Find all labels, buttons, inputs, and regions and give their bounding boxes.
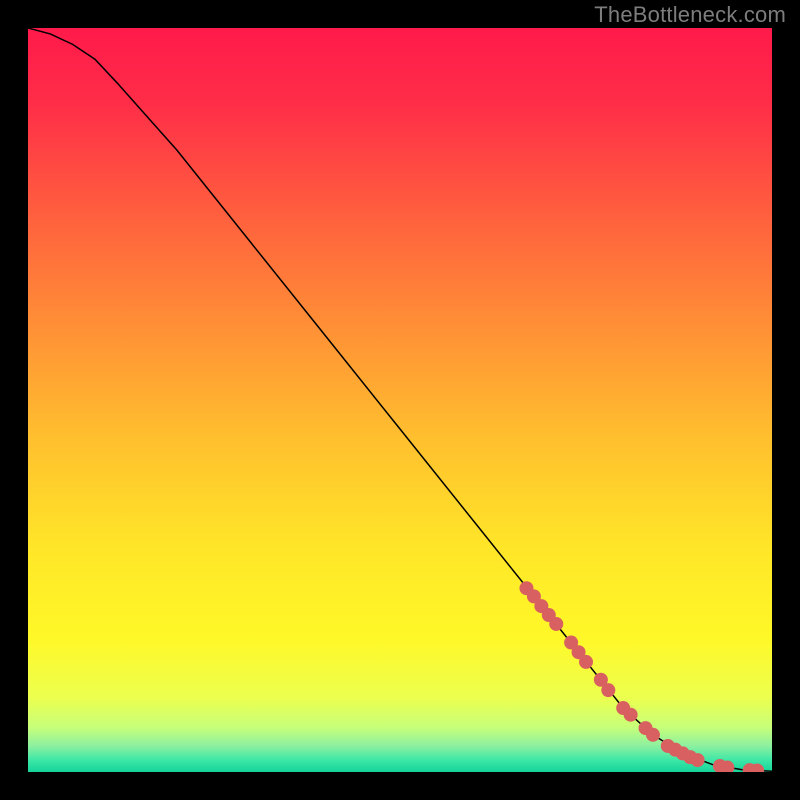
highlight-dot (624, 708, 638, 722)
highlight-dot (691, 753, 705, 767)
highlight-dot (579, 655, 593, 669)
highlight-dot (601, 683, 615, 697)
chart-plot (28, 28, 772, 772)
highlight-dot (646, 728, 660, 742)
highlight-dot (549, 617, 563, 631)
plot-background (28, 28, 772, 772)
attribution-text: TheBottleneck.com (594, 2, 786, 28)
chart-container: TheBottleneck.com (0, 0, 800, 800)
